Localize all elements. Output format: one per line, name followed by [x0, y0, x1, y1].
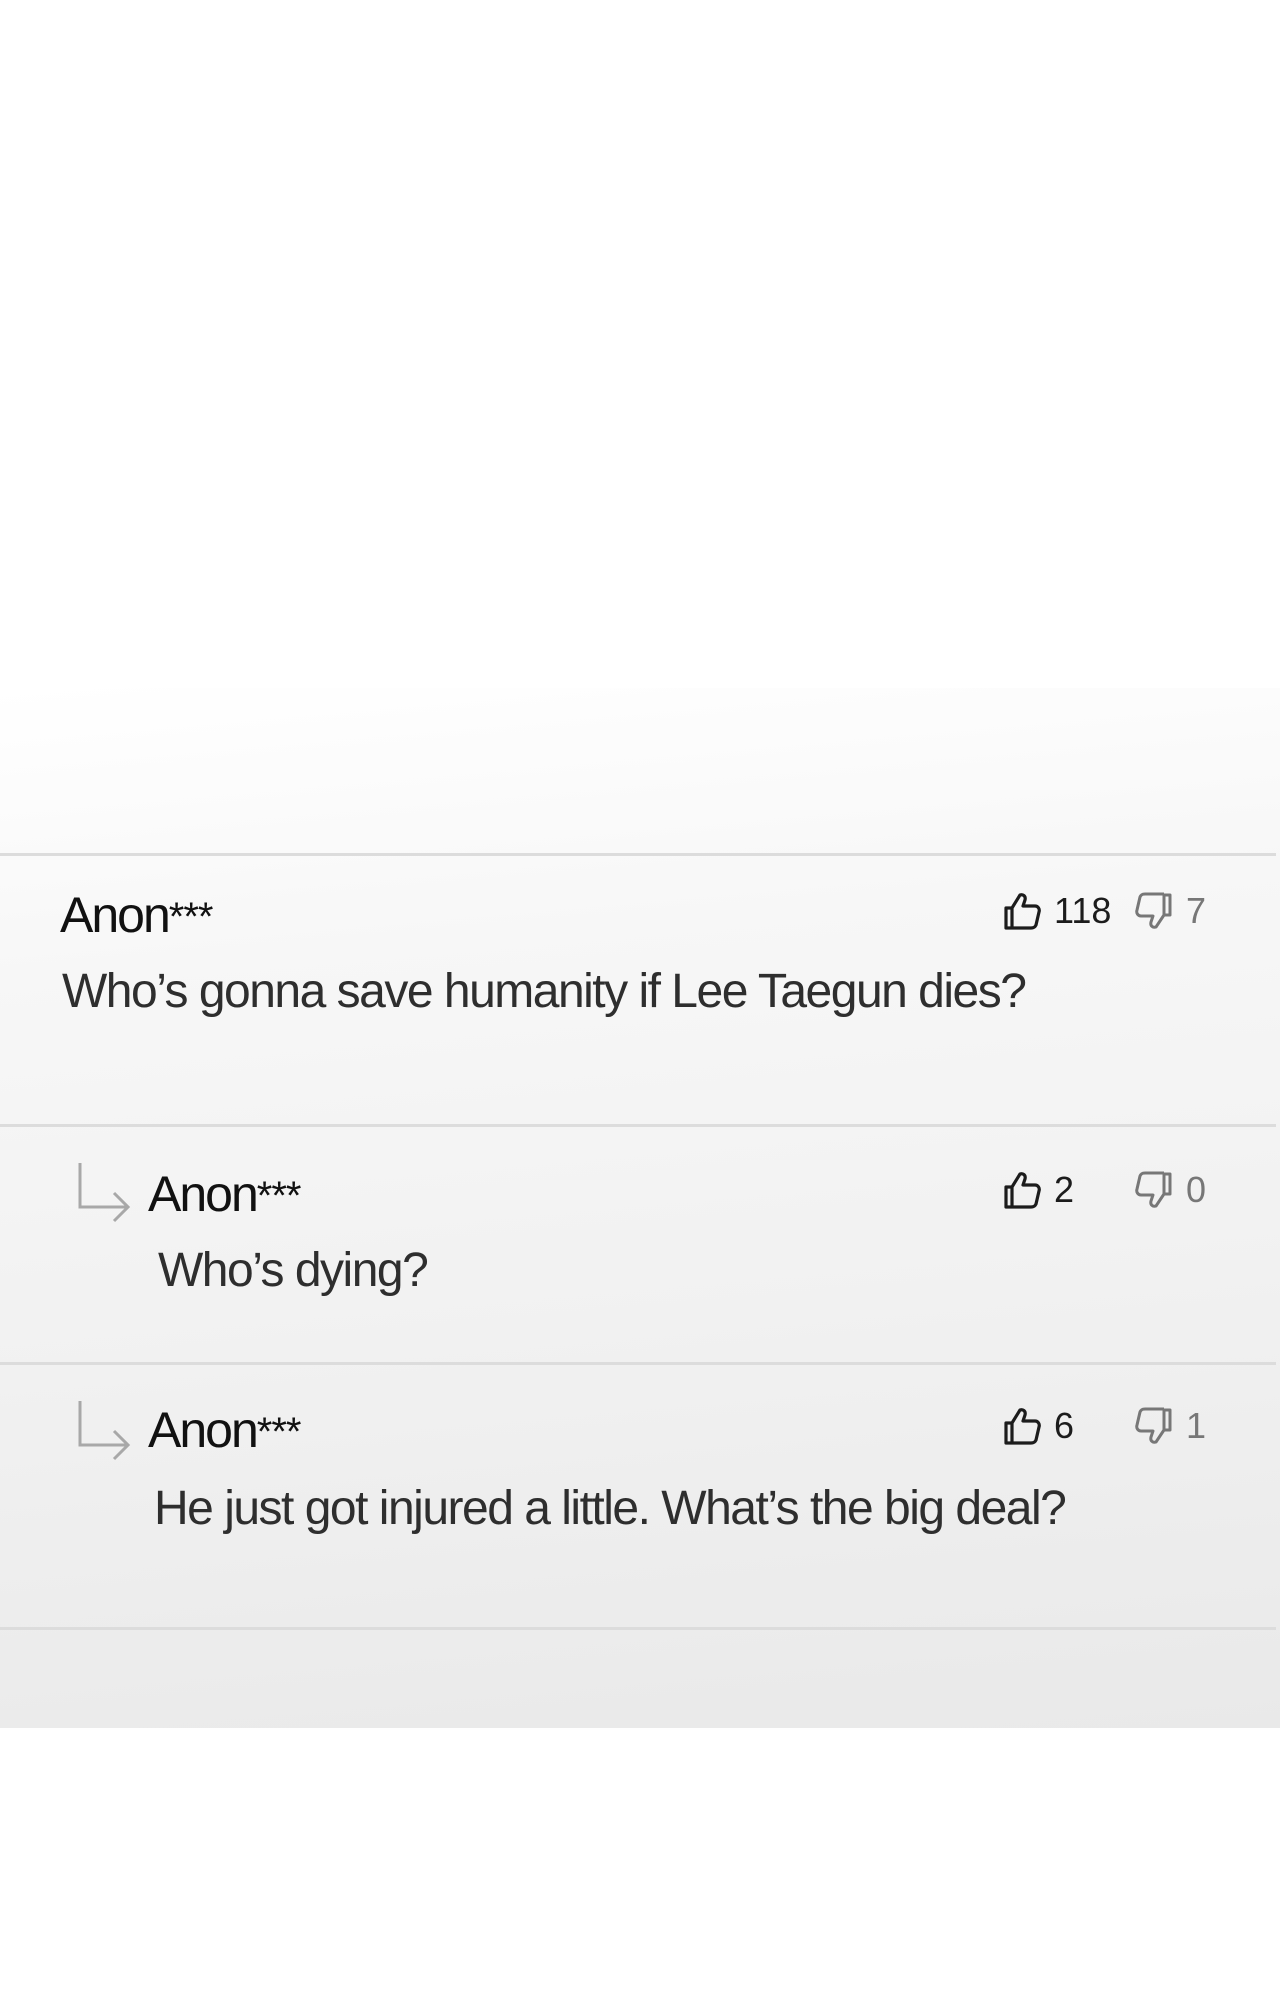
author-name: Anon — [60, 887, 171, 943]
author-name: Anon — [148, 1402, 259, 1458]
thumbs-down-icon — [1134, 891, 1174, 931]
comment-text: Who’s dying? — [158, 1244, 429, 1297]
like-count: 6 — [1054, 1405, 1075, 1446]
dislike-count: 1 — [1186, 1405, 1207, 1446]
like-count: 118 — [1054, 890, 1112, 931]
like-count: 2 — [1054, 1169, 1075, 1210]
thumbs-up-icon — [1002, 1170, 1042, 1210]
author-mask: *** — [256, 1174, 302, 1218]
comment-page: Anon*** 118 7 Who’s gonna save humanity … — [0, 0, 1280, 2000]
author-mask: *** — [256, 1410, 302, 1454]
comment-author[interactable]: Anon*** — [60, 886, 214, 944]
dislike-button[interactable]: 0 — [1134, 1165, 1206, 1215]
thumbs-up-icon — [1002, 1406, 1042, 1446]
like-button[interactable]: 118 — [1002, 886, 1111, 936]
comment-text: He just got injured a little. What’s the… — [154, 1482, 1067, 1535]
divider — [0, 1362, 1276, 1365]
reply-arrow-icon — [76, 1399, 136, 1469]
dislike-button[interactable]: 7 — [1134, 886, 1206, 936]
thumbs-down-icon — [1134, 1406, 1174, 1446]
comment-author[interactable]: Anon*** — [148, 1165, 302, 1223]
dislike-count: 0 — [1186, 1169, 1207, 1210]
like-button[interactable]: 2 — [1002, 1165, 1074, 1215]
divider — [0, 1124, 1276, 1127]
comment-text: Who’s gonna save humanity if Lee Taegun … — [62, 965, 1027, 1018]
dislike-count: 7 — [1186, 890, 1207, 931]
divider-bottom — [0, 1627, 1276, 1630]
divider-top — [0, 853, 1276, 856]
comments-panel: Anon*** 118 7 Who’s gonna save humanity … — [0, 688, 1280, 1728]
dislike-button[interactable]: 1 — [1134, 1401, 1206, 1451]
comment-author[interactable]: Anon*** — [148, 1401, 302, 1459]
thumbs-up-icon — [1002, 891, 1042, 931]
like-button[interactable]: 6 — [1002, 1401, 1074, 1451]
author-mask: *** — [168, 895, 214, 939]
author-name: Anon — [148, 1166, 259, 1222]
reply-arrow-icon — [76, 1161, 136, 1231]
thumbs-down-icon — [1134, 1170, 1174, 1210]
